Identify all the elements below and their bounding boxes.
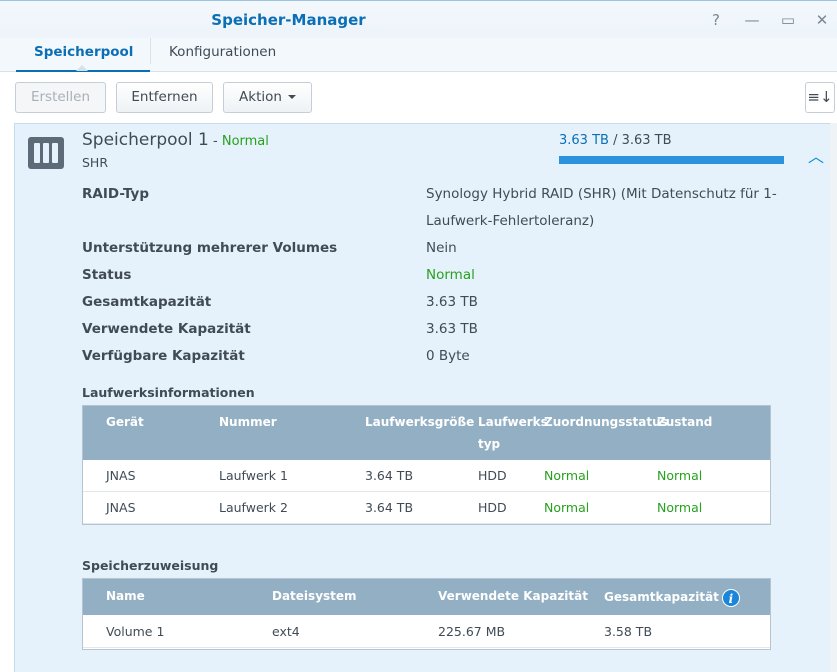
sort-icon: ≡↓ <box>807 88 833 106</box>
pool-name: Speicherpool 1 <box>82 130 209 150</box>
column-header: Zuordnungsstatus <box>544 415 668 429</box>
tab-divider <box>150 38 151 64</box>
create-button[interactable]: Erstellen <box>15 82 106 113</box>
collapse-chevron-icon[interactable]: ︿ <box>808 143 824 167</box>
allocation-header: Name Dateisystem Verwendete Kapazität Ge… <box>83 579 770 615</box>
prop-value-used-capacity: 3.63 TB <box>426 321 478 337</box>
table-row[interactable]: JNAS Laufwerk 1 3.64 TB HDD Normal Norma… <box>83 460 770 492</box>
cell-device: JNAS <box>106 500 136 515</box>
pool-status: Normal <box>221 134 269 149</box>
minimize-icon[interactable]: — <box>742 11 762 29</box>
prop-value-total-capacity: 3.63 TB <box>426 294 478 310</box>
capacity-usage-bar <box>559 156 784 164</box>
drive-info-header: Gerät Nummer Laufwerksgröße Laufwerks ty… <box>83 406 770 460</box>
cell-filesystem: ext4 <box>272 624 300 639</box>
table-row[interactable]: JNAS Laufwerk 2 3.64 TB HDD Normal Norma… <box>83 492 770 524</box>
cell-size: 3.64 TB <box>365 468 414 483</box>
info-icon[interactable]: i <box>721 588 740 607</box>
storage-pool-icon <box>28 137 64 169</box>
remove-button[interactable]: Entfernen <box>116 82 213 113</box>
help-icon[interactable]: ? <box>706 11 726 29</box>
allocation-table: Name Dateisystem Verwendete Kapazität Ge… <box>82 578 771 650</box>
prop-label-status: Status <box>82 267 132 283</box>
column-header: Verwendete Kapazität <box>438 589 588 603</box>
chevron-down-icon <box>287 95 296 99</box>
close-icon[interactable]: ✕ <box>812 11 832 29</box>
column-header: Dateisystem <box>272 589 357 603</box>
cell-size: 3.64 TB <box>365 500 414 515</box>
tab-speicherpool[interactable]: Speicherpool <box>34 44 133 60</box>
prop-label-total-capacity: Gesamtkapazität <box>82 294 212 310</box>
prop-label-raid-type: RAID-Typ <box>82 186 150 202</box>
prop-value-multi-volume: Nein <box>426 240 457 256</box>
prop-label-multi-volume: Unterstützung mehrerer Volumes <box>82 240 338 256</box>
tab-bar: Speicherpool Konfigurationen <box>0 38 837 72</box>
column-header: Zustand <box>657 415 713 429</box>
prop-label-used-capacity: Verwendete Kapazität <box>82 321 251 337</box>
pool-dash: - <box>208 134 222 149</box>
toolbar: Erstellen Entfernen Aktion ≡↓ <box>0 72 837 122</box>
column-header: Gerät <box>106 415 144 429</box>
column-header: Name <box>106 589 145 603</box>
column-header: Gesamtkapazität <box>604 590 719 604</box>
table-row[interactable]: Volume 1 ext4 225.67 MB 3.58 TB <box>83 616 770 648</box>
pool-header: Speicherpool 1 - Normal <box>82 130 269 150</box>
drive-info-table: Gerät Nummer Laufwerksgröße Laufwerks ty… <box>82 405 771 525</box>
cell-health: Normal <box>657 468 703 483</box>
allocation-title: Speicherzuweisung <box>82 558 219 573</box>
prop-value-available-capacity: 0 Byte <box>426 348 470 364</box>
pool-type: SHR <box>82 155 109 170</box>
active-tab-caret <box>76 65 88 71</box>
window-titlebar: Speicher-Manager ? — ▭ ✕ <box>0 0 837 38</box>
cell-number: Laufwerk 1 <box>219 468 288 483</box>
prop-value-status: Normal <box>426 267 475 283</box>
column-header-total: Gesamtkapazität i <box>604 586 740 608</box>
pool-capacity-used: 3.63 TB <box>559 133 609 148</box>
drive-info-title: Laufwerksinformationen <box>82 385 255 400</box>
pool-capacity: 3.63 TB / 3.63 TB <box>559 133 672 148</box>
cell-total-capacity: 3.58 TB <box>604 624 653 639</box>
column-header: Laufwerksgröße <box>365 415 475 429</box>
scrollbar-track[interactable] <box>830 123 837 672</box>
cell-device: JNAS <box>106 468 136 483</box>
cell-allocation-status: Normal <box>544 500 590 515</box>
pool-capacity-total: 3.63 TB <box>621 133 672 148</box>
column-header: Nummer <box>219 415 277 429</box>
window-title: Speicher-Manager <box>211 11 366 29</box>
cell-volume-name: Volume 1 <box>106 624 165 639</box>
cell-type: HDD <box>478 468 507 483</box>
capacity-separator: / <box>608 133 622 148</box>
maximize-icon[interactable]: ▭ <box>778 11 798 29</box>
sort-button[interactable]: ≡↓ <box>805 82 835 113</box>
column-header: Laufwerks typ <box>478 415 548 451</box>
action-dropdown-button[interactable]: Aktion <box>223 82 312 113</box>
cell-number: Laufwerk 2 <box>219 500 288 515</box>
tab-konfigurationen[interactable]: Konfigurationen <box>169 44 276 60</box>
cell-used-capacity: 225.67 MB <box>438 624 506 639</box>
cell-allocation-status: Normal <box>544 468 590 483</box>
cell-health: Normal <box>657 500 703 515</box>
prop-value-raid-type: Synology Hybrid RAID (SHR) (Mit Datensch… <box>426 186 777 229</box>
cell-type: HDD <box>478 500 507 515</box>
action-button-label: Aktion <box>239 89 282 105</box>
prop-label-available-capacity: Verfügbare Kapazität <box>82 348 245 364</box>
